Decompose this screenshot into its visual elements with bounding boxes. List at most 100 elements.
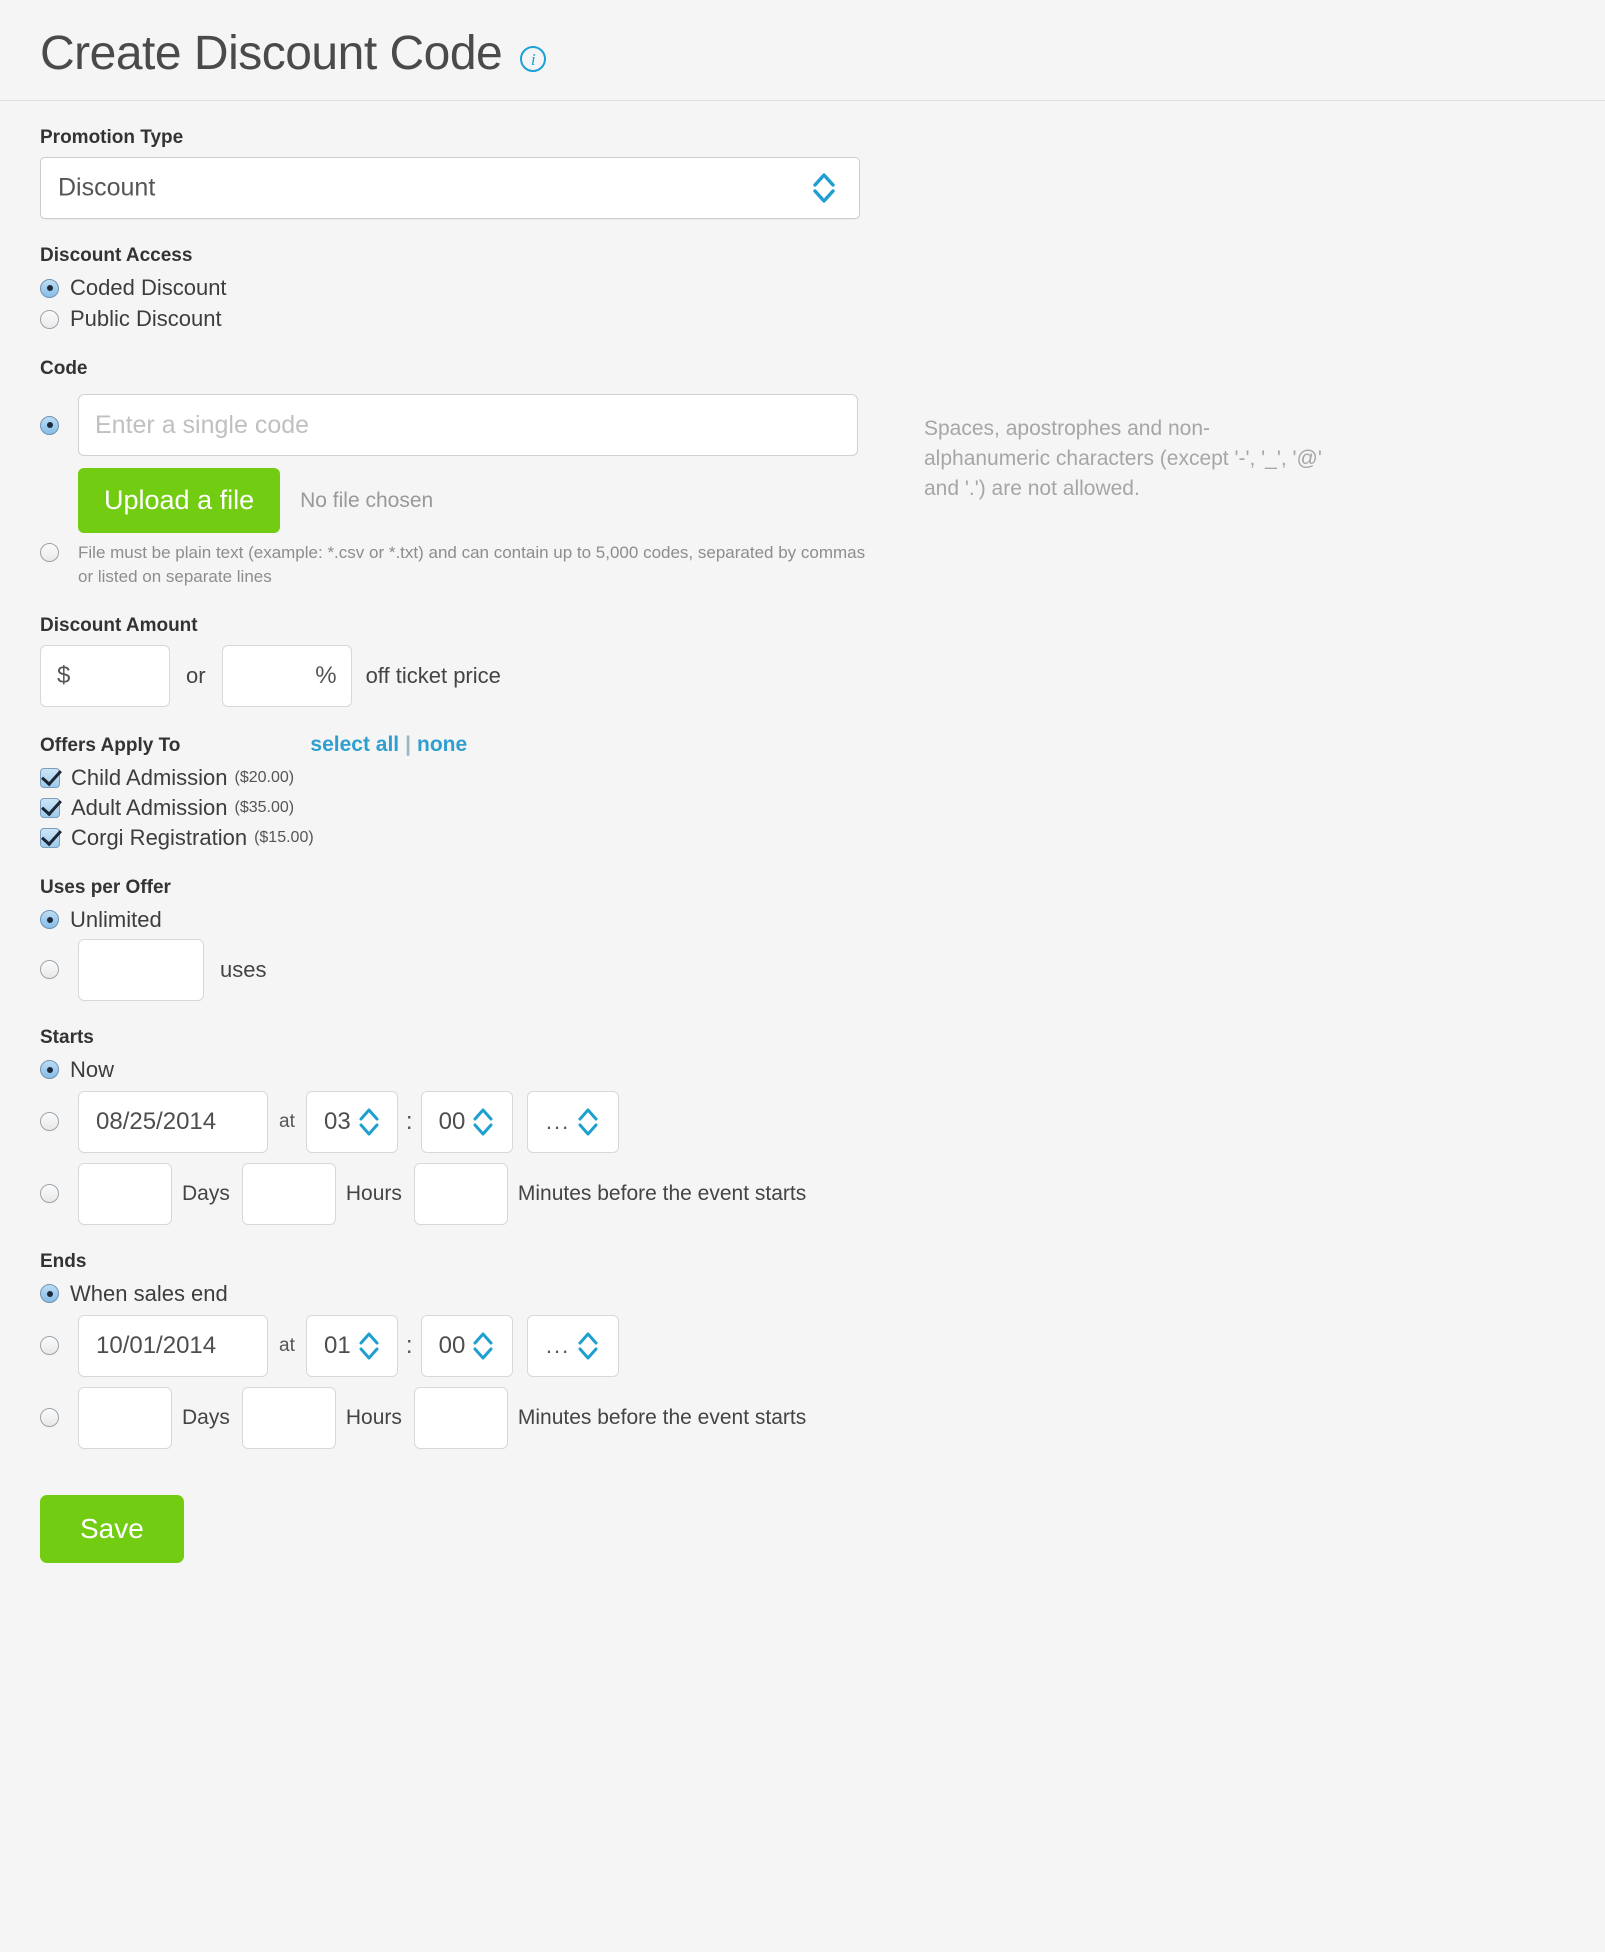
ends-hours-input[interactable] xyxy=(241,1386,336,1449)
chevron-updown-icon[interactable] xyxy=(358,1107,380,1137)
chevron-updown-icon[interactable] xyxy=(472,1107,494,1137)
single-code-row xyxy=(40,394,868,456)
radio-public-discount-label: Public Discount xyxy=(70,306,222,331)
radio-coded-discount-label: Coded Discount xyxy=(70,275,227,300)
form-footer: Save xyxy=(40,1494,1565,1563)
radio-starts-now[interactable]: Now xyxy=(40,1057,1565,1083)
discount-amount-row: $ or % off ticket price xyxy=(40,644,1565,707)
discount-amount-dollar-field[interactable]: $ xyxy=(40,644,170,707)
upload-line: Upload a file No file chosen xyxy=(78,468,868,533)
starts-hour-stepper[interactable]: 03 xyxy=(305,1090,398,1153)
radio-starts-relative[interactable] xyxy=(40,1184,78,1204)
promotion-type-label: Promotion Type xyxy=(40,127,184,148)
promotion-type-select[interactable]: Discount xyxy=(40,157,860,219)
ends-days-input[interactable] xyxy=(78,1386,172,1449)
radio-ends-date[interactable] xyxy=(40,1336,78,1356)
radio-single-code-indicator[interactable] xyxy=(40,415,59,435)
starts-days-input[interactable] xyxy=(78,1162,172,1225)
chevron-updown-icon[interactable] xyxy=(577,1107,599,1137)
radio-ends-relative[interactable] xyxy=(40,1408,78,1428)
starts-hours-input[interactable] xyxy=(241,1162,336,1225)
ends-date-input[interactable]: 10/01/2014 xyxy=(78,1314,268,1377)
starts-meridiem-stepper[interactable]: ... xyxy=(526,1090,619,1153)
starts-meridiem-value: ... xyxy=(545,1108,571,1134)
starts-days-label: Days xyxy=(182,1181,230,1205)
chevron-updown-icon[interactable] xyxy=(472,1331,494,1361)
discount-amount-percent-field[interactable]: % xyxy=(221,644,352,707)
chevron-updown-icon[interactable] xyxy=(811,171,837,205)
upload-controls: Upload a file No file chosen File must b… xyxy=(78,468,868,589)
chevron-updown-icon[interactable] xyxy=(577,1331,599,1361)
radio-starts-now-indicator[interactable] xyxy=(40,1060,59,1080)
radio-ends-relative-indicator[interactable] xyxy=(40,1408,59,1428)
checkbox-corgi-registration-price: ($15.00) xyxy=(254,828,314,846)
offers-apply-to-label: Offers Apply To xyxy=(40,734,181,756)
select-all-link[interactable]: select all xyxy=(310,733,399,756)
radio-ends-when-sales-end-indicator[interactable] xyxy=(40,1284,59,1304)
starts-hours-label: Hours xyxy=(345,1181,402,1205)
checkbox-child-admission-price: ($20.00) xyxy=(234,768,295,786)
starts-time-colon: : xyxy=(405,1107,413,1135)
promotion-type-value: Discount xyxy=(58,173,156,202)
radio-starts-relative-indicator[interactable] xyxy=(40,1184,59,1204)
code-section: Upload a file No file chosen File must b… xyxy=(40,388,1565,589)
select-none-link[interactable]: none xyxy=(417,733,467,756)
checkbox-child-admission[interactable]: Child Admission ($20.00) xyxy=(40,765,1565,791)
ends-at-text: at xyxy=(279,1334,295,1356)
radio-starts-date[interactable] xyxy=(40,1112,78,1132)
ends-label: Ends xyxy=(40,1250,87,1272)
amount-suffix-text: off ticket price xyxy=(365,662,501,688)
radio-public-discount-indicator[interactable] xyxy=(40,309,59,329)
checkbox-adult-admission-indicator[interactable] xyxy=(40,797,60,818)
radio-uses-unlimited[interactable]: Unlimited xyxy=(40,907,1565,933)
checkbox-child-admission-indicator[interactable] xyxy=(40,767,60,788)
discount-amount-label: Discount Amount xyxy=(40,614,198,636)
radio-upload-file-indicator[interactable] xyxy=(40,542,59,562)
starts-label: Starts xyxy=(40,1026,94,1048)
code-side-help-text: Spaces, apostrophes and non-alphanumeric… xyxy=(924,417,1322,500)
radio-coded-discount[interactable]: Coded Discount xyxy=(40,275,1565,301)
radio-ends-when-sales-end[interactable]: When sales end xyxy=(40,1281,1565,1307)
info-icon[interactable]: i xyxy=(520,46,547,72)
upload-a-file-button[interactable]: Upload a file xyxy=(78,468,281,533)
ends-minutes-input[interactable] xyxy=(413,1386,508,1449)
checkbox-corgi-registration-label: Corgi Registration xyxy=(71,824,248,850)
starts-relative-row: Days Hours Minutes before the event star… xyxy=(40,1162,1565,1225)
uses-count-suffix: uses xyxy=(220,956,267,982)
radio-coded-discount-indicator[interactable] xyxy=(40,278,59,298)
radio-uses-count-indicator[interactable] xyxy=(40,960,59,980)
page-header: Create Discount Code i xyxy=(0,0,1605,101)
radio-public-discount[interactable]: Public Discount xyxy=(40,306,1565,332)
code-label: Code xyxy=(40,358,88,379)
ends-days-label: Days xyxy=(182,1405,230,1429)
checkbox-corgi-registration[interactable]: Corgi Registration ($15.00) xyxy=(40,825,1565,851)
ends-relative-row: Days Hours Minutes before the event star… xyxy=(40,1386,1565,1449)
ends-hour-value: 01 xyxy=(324,1331,351,1359)
starts-minute-stepper[interactable]: 00 xyxy=(420,1090,513,1153)
save-button[interactable]: Save xyxy=(40,1494,184,1563)
radio-starts-date-indicator[interactable] xyxy=(40,1112,59,1132)
ends-hours-label: Hours xyxy=(345,1405,402,1429)
ends-minute-stepper[interactable]: 00 xyxy=(420,1314,513,1377)
radio-single-code[interactable] xyxy=(40,415,78,435)
ends-meridiem-stepper[interactable]: ... xyxy=(526,1314,619,1377)
radio-uses-unlimited-label: Unlimited xyxy=(70,906,162,932)
radio-ends-date-indicator[interactable] xyxy=(40,1336,59,1356)
single-code-input[interactable] xyxy=(78,394,858,456)
radio-upload-file[interactable] xyxy=(40,468,78,589)
starts-date-input[interactable]: 08/25/2014 xyxy=(78,1090,268,1153)
checkbox-adult-admission[interactable]: Adult Admission ($35.00) xyxy=(40,795,1565,821)
checkbox-corgi-registration-indicator[interactable] xyxy=(40,827,60,848)
form-body: Promotion Type Discount Discount Access … xyxy=(0,127,1605,1563)
ends-hour-stepper[interactable]: 01 xyxy=(305,1314,398,1377)
uses-count-input[interactable] xyxy=(78,938,204,1001)
radio-uses-count[interactable] xyxy=(40,960,78,980)
starts-minutes-input[interactable] xyxy=(413,1162,508,1225)
radio-uses-unlimited-indicator[interactable] xyxy=(40,910,59,930)
chevron-updown-icon[interactable] xyxy=(358,1331,380,1361)
create-discount-code-page: Create Discount Code i Promotion Type Di… xyxy=(0,0,1605,1603)
ends-meridiem-value: ... xyxy=(545,1332,571,1358)
checkbox-child-admission-label: Child Admission xyxy=(71,764,228,790)
upload-help-text: File must be plain text (example: *.csv … xyxy=(78,543,866,586)
amount-or-text: or xyxy=(186,662,206,688)
